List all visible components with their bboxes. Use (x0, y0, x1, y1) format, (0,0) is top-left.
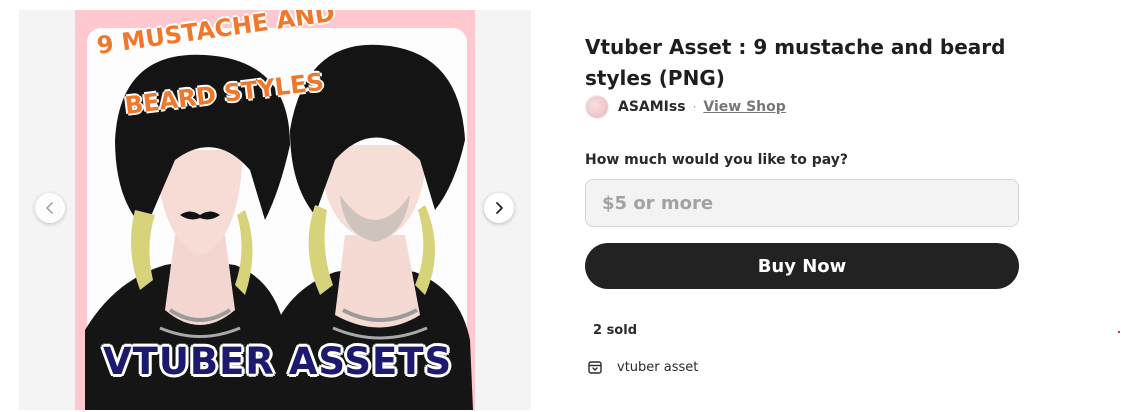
category-tag[interactable]: vtuber asset (587, 358, 698, 376)
artwork-caption: VTUBER ASSETS (103, 340, 453, 383)
gallery-prev-button[interactable] (35, 193, 65, 223)
box-icon (588, 361, 602, 374)
chevron-right-icon (496, 202, 503, 214)
indicator-dot (1118, 331, 1120, 333)
price-input[interactable] (585, 179, 1019, 227)
shop-avatar[interactable] (585, 95, 609, 119)
sold-count: 2 sold (593, 323, 638, 338)
product-artwork: 9 MUSTACHE AND BEARD STYLES VTUBER ASSET… (75, 10, 475, 410)
pay-prompt-label: How much would you like to pay? (585, 152, 849, 168)
product-image-gallery: 9 MUSTACHE AND BEARD STYLES VTUBER ASSET… (19, 10, 531, 410)
shop-info: ASAMIss · View Shop (585, 95, 786, 119)
view-shop-link[interactable]: View Shop (703, 99, 785, 115)
buy-now-button[interactable]: Buy Now (585, 243, 1019, 289)
product-title: Vtuber Asset : 9 mustache and beard styl… (585, 35, 1006, 90)
category-label: vtuber asset (617, 359, 699, 375)
gallery-next-button[interactable] (484, 193, 514, 223)
separator-dot: · (692, 100, 697, 114)
shop-name[interactable]: ASAMIss (618, 99, 686, 115)
chevron-left-icon (46, 202, 53, 214)
